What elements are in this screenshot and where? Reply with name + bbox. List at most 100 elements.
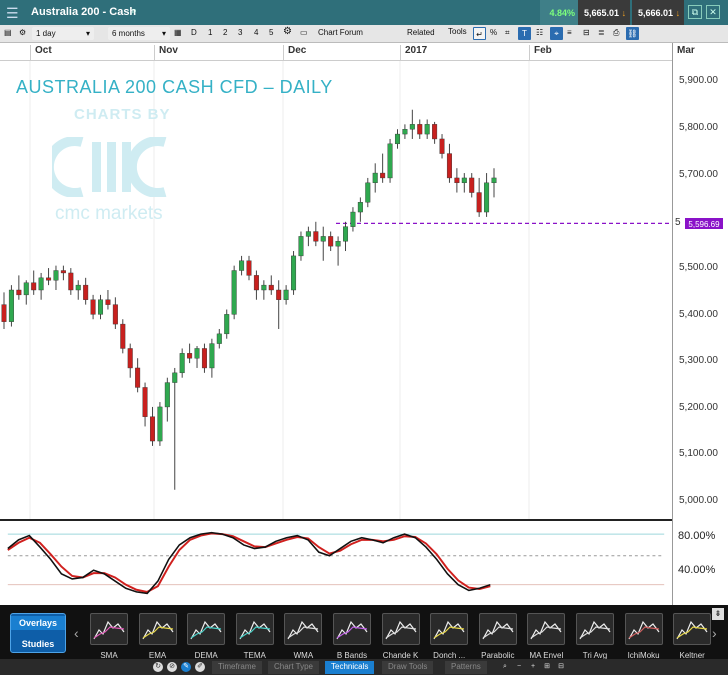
candle-body	[194, 348, 200, 359]
indicator-tile[interactable]	[576, 613, 614, 645]
calendar-icon[interactable]: ▦	[174, 28, 182, 37]
indicator-tile[interactable]	[381, 613, 420, 645]
tab-timeframe[interactable]: Timeframe	[212, 661, 262, 674]
print-icon[interactable]: ⎙	[613, 28, 619, 38]
range-select[interactable]: 6 months ▾	[108, 27, 170, 40]
zoom-in-icon[interactable]: +	[528, 662, 538, 672]
expand-icon[interactable]: ⊞	[542, 662, 552, 672]
month-label: 2017	[400, 45, 427, 61]
indicator-thumbnail-icon	[433, 620, 465, 640]
interval-select[interactable]: 1 day ▾	[32, 27, 94, 40]
candle-body	[83, 284, 89, 300]
tab-draw-tools[interactable]: Draw Tools	[382, 661, 434, 674]
time-axis: Oct Nov Dec 2017 Feb	[0, 43, 672, 61]
indicator-thumbnail-icon	[239, 620, 271, 640]
indicator-tile[interactable]	[90, 613, 128, 645]
block-icon[interactable]: ⊘	[167, 662, 177, 672]
lines-icon[interactable]: ≣	[598, 28, 605, 37]
title-bar: ☰ Australia 200 - Cash ⌕ 4.84% 5,665.01 …	[0, 0, 728, 25]
scroll-left-icon[interactable]: ‹	[74, 625, 79, 641]
pen-icon[interactable]: ✎	[181, 662, 191, 672]
indicator-tile[interactable]	[430, 613, 469, 645]
signal-line	[7, 532, 491, 593]
chevron-down-icon: ▾	[162, 29, 167, 38]
tab-technicals[interactable]: Technicals	[325, 661, 375, 674]
collapse-icon[interactable]: ⇟	[712, 608, 724, 620]
settings-icon[interactable]: ⚙	[283, 26, 292, 37]
month-label: Dec	[283, 45, 306, 61]
candle-body	[253, 275, 259, 291]
candle-body	[387, 143, 393, 179]
layout-icon[interactable]: ▤	[4, 28, 12, 37]
chart-forum-link[interactable]: Chart Forum	[318, 28, 363, 37]
studies-button[interactable]: Studies	[11, 639, 65, 649]
day-button-2[interactable]: 2	[223, 28, 227, 37]
close-icon[interactable]: ✕	[706, 5, 720, 19]
indicator-tile[interactable]	[138, 613, 177, 645]
candle-body	[120, 323, 126, 349]
gear-icon[interactable]: ⚙	[19, 28, 26, 37]
grid-icon[interactable]: ☷	[536, 28, 543, 37]
candle-body	[268, 284, 274, 291]
zoom-out-icon[interactable]: −	[514, 662, 524, 672]
thumbnail-indicator-line	[239, 626, 270, 639]
day-button-3[interactable]: 3	[238, 28, 242, 37]
indicator-tile[interactable]	[624, 613, 663, 645]
link-icon[interactable]: ⛓	[626, 27, 639, 40]
indicator-tile[interactable]	[527, 613, 566, 645]
candlestick-chart[interactable]	[0, 61, 672, 519]
thumbnail-price-line	[628, 620, 660, 640]
tab-patterns[interactable]: Patterns	[445, 661, 487, 674]
tag-icon[interactable]: ⊟	[583, 28, 590, 37]
thumbnail-indicator-line	[93, 626, 125, 639]
day-button-5[interactable]: 5	[269, 28, 273, 37]
candle-body	[149, 416, 155, 442]
buy-price-button[interactable]: 5,666.01 ↓	[632, 0, 684, 25]
price-label: 5,800.00	[679, 122, 718, 133]
cursor-icon[interactable]: ↵	[473, 27, 486, 40]
candle-body	[231, 270, 237, 315]
search-icon[interactable]: ⌕	[131, 5, 137, 18]
candle-body	[157, 406, 163, 442]
indicator-tile[interactable]	[284, 613, 323, 645]
align-icon[interactable]: ≡	[567, 28, 572, 37]
candle-body	[164, 382, 170, 408]
indicator-tile[interactable]	[673, 613, 712, 645]
sell-price-button[interactable]: 5,665.01 ↓	[578, 0, 630, 25]
bottom-tabs: ↻ ⊘ ✎ ✐ Timeframe Chart Type Technicals …	[0, 659, 728, 675]
crosshair-icon[interactable]: ⌗	[505, 28, 510, 38]
chat-icon[interactable]: ▭	[300, 28, 308, 37]
indicator-tile[interactable]	[235, 613, 274, 645]
month-label: Oct	[30, 45, 52, 61]
related-button[interactable]: Related	[407, 28, 435, 37]
candle-body	[461, 177, 467, 184]
overlays-button[interactable]: Overlays	[11, 616, 65, 630]
candle-body	[224, 314, 230, 335]
zoom-icon[interactable]: ⌕	[500, 662, 510, 672]
candle-body	[313, 231, 319, 242]
day-button-1[interactable]: 1	[208, 28, 212, 37]
thumbnail-price-line	[336, 620, 368, 640]
menu-icon[interactable]: ☰	[6, 5, 19, 22]
price-label: 5,300.00	[679, 355, 718, 366]
stochastic-oscillator[interactable]	[0, 519, 672, 605]
restore-icon[interactable]: ⧉	[688, 5, 702, 19]
day-button-d[interactable]: D	[191, 28, 197, 37]
instrument-name[interactable]: Australia 200 - Cash	[31, 6, 136, 18]
pin-icon[interactable]: ⌖	[550, 27, 563, 40]
percent-icon[interactable]: %	[490, 28, 497, 37]
candle-body	[417, 124, 423, 135]
day-button-4[interactable]: 4	[254, 28, 258, 37]
scroll-right-icon[interactable]: ›	[712, 625, 717, 641]
indicator-tile[interactable]	[478, 613, 517, 645]
text-icon[interactable]: T	[518, 27, 531, 40]
candle-body	[365, 182, 371, 203]
candle-body	[380, 172, 386, 179]
tab-chart-type[interactable]: Chart Type	[268, 661, 319, 674]
indicator-tile[interactable]	[187, 613, 226, 645]
brush-icon[interactable]: ✐	[195, 662, 205, 672]
fit-icon[interactable]: ⊟	[556, 662, 566, 672]
price-axis[interactable]: Mar 5,900.00 5,800.00 5,700.00 5,500.00 …	[672, 43, 728, 605]
indicator-tile[interactable]	[333, 613, 371, 645]
refresh-icon[interactable]: ↻	[153, 662, 163, 672]
